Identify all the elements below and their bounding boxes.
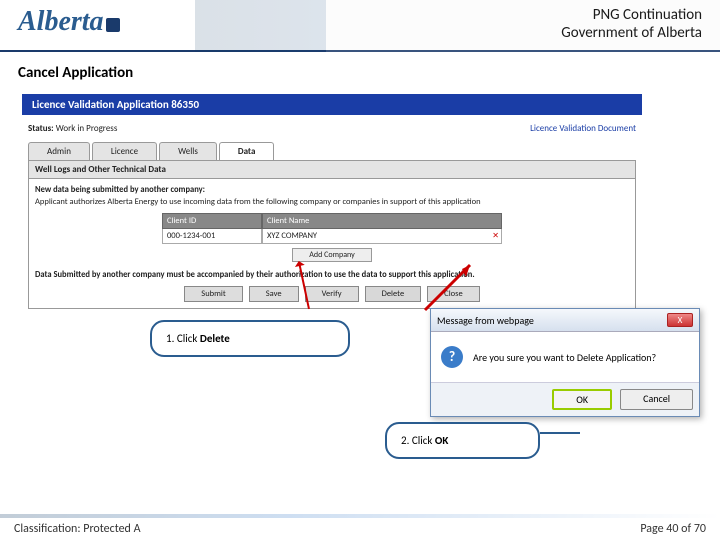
td-client-name: XYZ COMPANY ✕	[262, 229, 502, 244]
app-screenshot: Licence Validation Application 86350 Sta…	[22, 94, 642, 315]
header-title-line2: Government of Alberta	[561, 24, 702, 42]
status-label: Status:	[28, 123, 54, 134]
tab-wells[interactable]: Wells	[159, 142, 217, 160]
dialog-titlebar: Message from webpage X	[431, 309, 699, 332]
tab-inner: New data being submitted by another comp…	[29, 179, 635, 308]
td-client-name-text: XYZ COMPANY	[267, 231, 317, 241]
classification-label: Classification: Protected A	[14, 522, 141, 536]
dialog-footer: OK Cancel	[431, 382, 699, 416]
desc-line: New data being submitted by another comp…	[35, 185, 629, 195]
status-value: Work in Progress	[56, 123, 118, 134]
callout2-prefix: 2. Click	[401, 434, 435, 447]
status-label-block: Status: Work in Progress	[28, 123, 117, 134]
dialog-close-icon[interactable]: X	[667, 313, 693, 327]
app-body: Status: Work in Progress Licence Validat…	[22, 115, 642, 315]
callout2-connector	[540, 432, 580, 434]
th-client-id: Client ID	[162, 213, 262, 229]
callout2-bold: OK	[435, 434, 448, 447]
arrow-to-dialog-icon	[420, 255, 480, 315]
logo-dot-icon	[106, 18, 120, 32]
auth-line: Data Submitted by another company must b…	[35, 270, 629, 280]
desc-rest: Applicant authorizes Alberta Energy to u…	[35, 197, 629, 207]
tab-licence[interactable]: Licence	[92, 142, 157, 160]
dialog-title-text: Message from webpage	[437, 314, 534, 327]
confirm-dialog: Message from webpage X ? Are you sure yo…	[430, 308, 700, 417]
section-title: Cancel Application	[0, 52, 720, 90]
table-row: 000-1234-001 XYZ COMPANY ✕	[162, 229, 502, 244]
header-title-line1: PNG Continuation	[561, 6, 702, 24]
delete-button[interactable]: Delete	[365, 286, 422, 302]
status-row: Status: Work in Progress Licence Validat…	[28, 123, 636, 134]
th-client-name: Client Name	[262, 213, 502, 229]
add-company-button[interactable]: Add Company	[292, 248, 372, 262]
footer-decor	[0, 514, 720, 518]
dialog-body: ? Are you sure you want to Delete Applic…	[431, 332, 699, 382]
tab-data[interactable]: Data	[219, 142, 275, 160]
dialog-cancel-button[interactable]: Cancel	[620, 389, 693, 410]
dialog-ok-button[interactable]: OK	[552, 389, 612, 410]
page-number: Page 40 of 70	[640, 522, 706, 536]
page-footer: Classification: Protected A Page 40 of 7…	[0, 512, 720, 540]
doc-link[interactable]: Licence Validation Document	[530, 123, 636, 134]
tabs: Admin Licence Wells Data	[28, 142, 636, 160]
action-row: Submit Save Verify Delete Close	[35, 286, 629, 302]
callout1-prefix: 1. Click	[166, 332, 200, 345]
alberta-logo: Alberta	[18, 6, 120, 38]
submit-button[interactable]: Submit	[184, 286, 242, 302]
logo-text: Alberta	[18, 6, 104, 37]
callout-step-2: 2. Click OK	[385, 422, 540, 459]
question-icon: ?	[441, 346, 463, 368]
tab-content: Well Logs and Other Technical Data New d…	[28, 160, 636, 309]
delete-row-icon[interactable]: ✕	[492, 231, 499, 241]
desc-bold: New data being submitted by another comp…	[35, 185, 205, 195]
callout-step-1: 1. Click Delete	[150, 320, 350, 357]
tab-admin[interactable]: Admin	[28, 142, 90, 160]
tab-subhead: Well Logs and Other Technical Data	[29, 161, 635, 179]
page-header: Alberta PNG Continuation Government of A…	[0, 0, 720, 52]
td-client-id: 000-1234-001	[162, 229, 262, 244]
dialog-message: Are you sure you want to Delete Applicat…	[473, 351, 656, 364]
app-banner: Licence Validation Application 86350	[22, 94, 642, 115]
callout1-bold: Delete	[200, 332, 230, 345]
header-title-block: PNG Continuation Government of Alberta	[561, 6, 702, 42]
table-head: Client ID Client Name	[162, 213, 502, 229]
save-button[interactable]: Save	[249, 286, 299, 302]
verify-button[interactable]: Verify	[305, 286, 359, 302]
